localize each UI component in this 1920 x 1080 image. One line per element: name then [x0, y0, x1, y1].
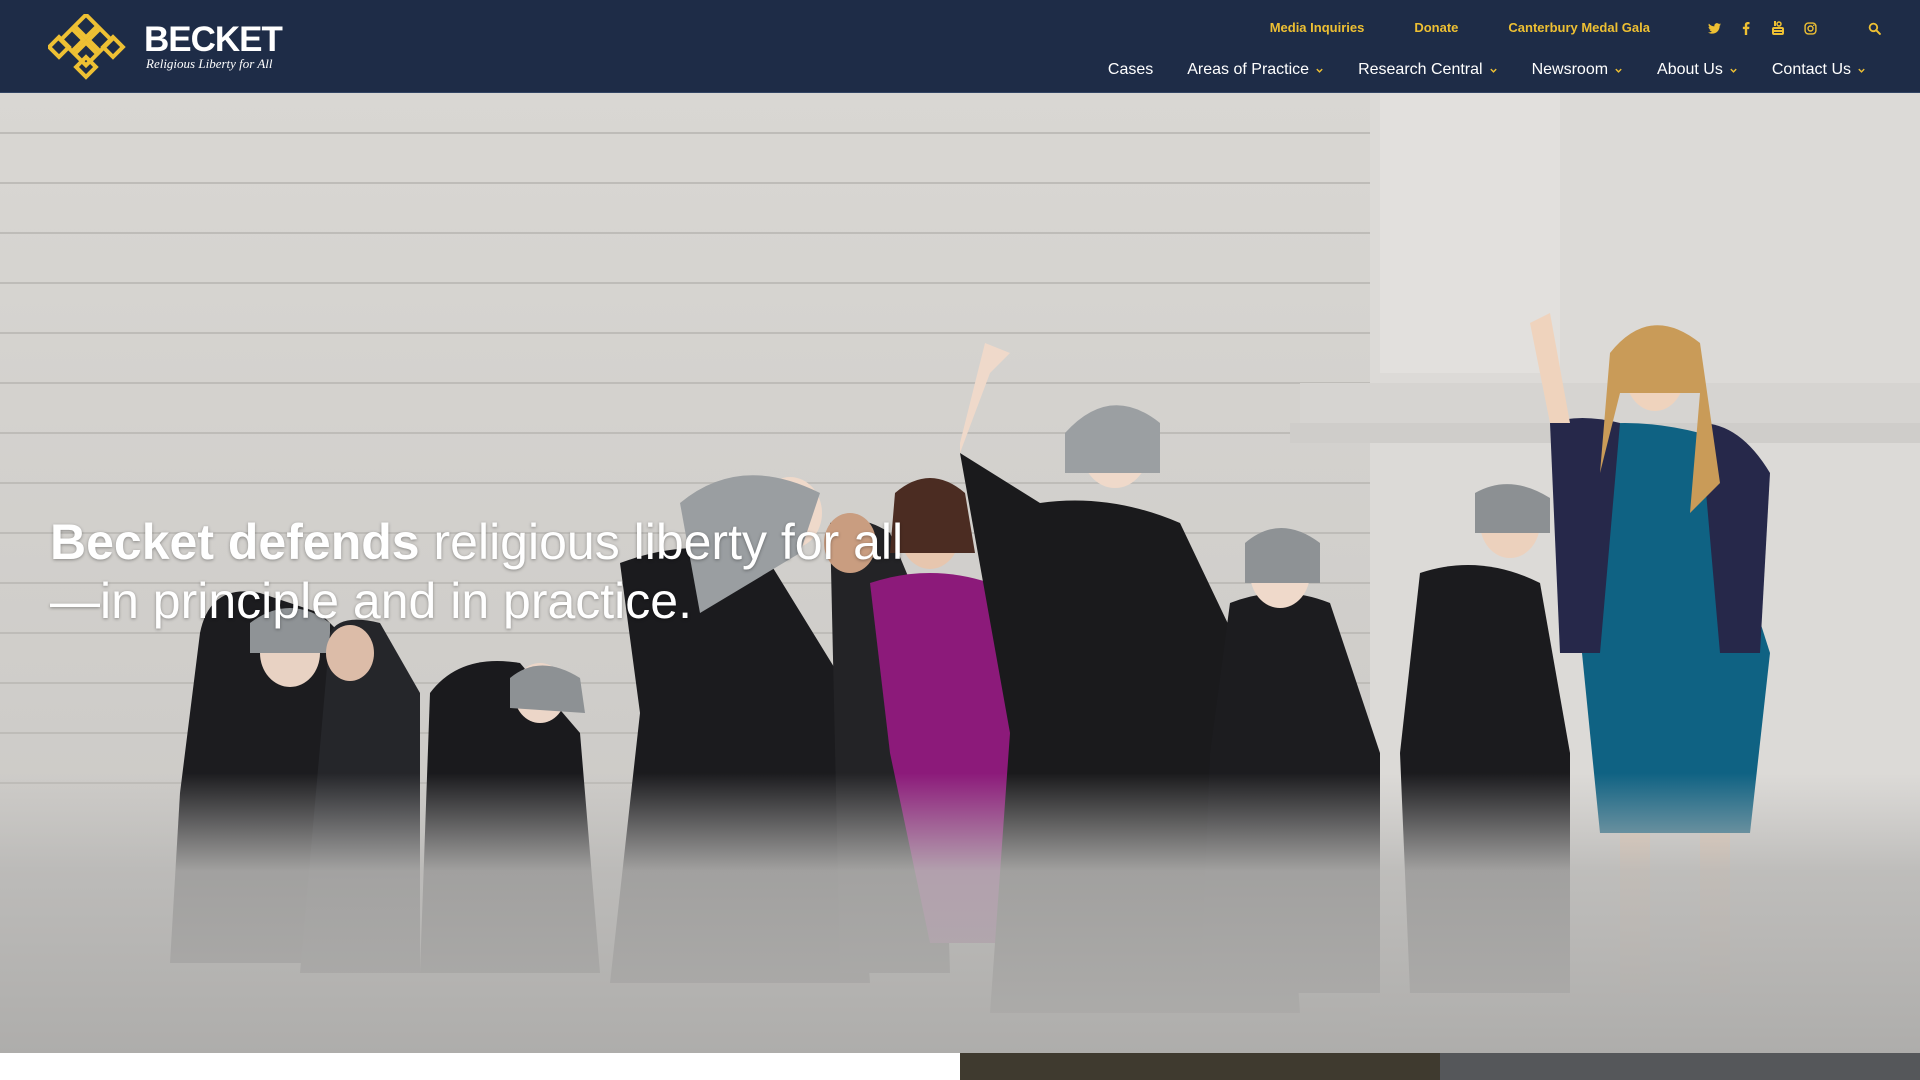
utility-nav: Media Inquiries Donate Canterbury Medal …: [1270, 16, 1920, 40]
nav-areas-of-practice[interactable]: Areas of Practice: [1187, 56, 1324, 84]
chevron-down-icon: [1729, 66, 1738, 75]
twitter-icon[interactable]: [1706, 20, 1722, 36]
site-logo[interactable]: BECKET Religious Liberty for All: [48, 14, 308, 80]
nav-cases-label: Cases: [1107, 61, 1154, 78]
nav-newsroom-label: Newsroom: [1531, 61, 1609, 78]
site-header: BECKET Religious Liberty for All Media I…: [0, 0, 1920, 93]
nav-cases[interactable]: Cases: [1108, 56, 1153, 84]
canterbury-gala-link[interactable]: Canterbury Medal Gala: [1508, 16, 1650, 40]
brand-tagline: Religious Liberty for All: [146, 56, 273, 71]
hero-headline-bold: Becket defends: [50, 514, 420, 570]
media-inquiries-link[interactable]: Media Inquiries: [1270, 16, 1365, 40]
nav-contact-us[interactable]: Contact Us: [1772, 56, 1866, 84]
youtube-icon[interactable]: [1770, 20, 1786, 36]
facebook-icon[interactable]: [1738, 20, 1754, 36]
nav-contact-us-label: Contact Us: [1771, 61, 1851, 78]
chevron-down-icon: [1614, 66, 1623, 75]
nav-about-us[interactable]: About Us: [1657, 56, 1738, 84]
chevron-down-icon: [1857, 66, 1866, 75]
nav-areas-of-practice-label: Areas of Practice: [1187, 61, 1310, 78]
chevron-down-icon: [1315, 66, 1324, 75]
main-nav: Cases Areas of Practice Research Central…: [1108, 56, 1920, 84]
nav-research-central-label: Research Central: [1358, 61, 1483, 78]
content-strip-photo-2: [1440, 1053, 1920, 1080]
donate-link[interactable]: Donate: [1414, 16, 1458, 40]
nav-research-central[interactable]: Research Central: [1358, 56, 1498, 84]
brand-name: BECKET: [144, 20, 283, 59]
chevron-down-icon: [1489, 66, 1498, 75]
content-strip-white: [0, 1053, 960, 1080]
interlaced-knot-logo-icon: [48, 14, 126, 80]
nav-newsroom[interactable]: Newsroom: [1532, 56, 1623, 84]
social-links: [1690, 20, 1818, 36]
instagram-icon[interactable]: [1802, 20, 1818, 36]
hero-banner: Becket defends religious liberty for all…: [0, 93, 1920, 1053]
search-icon[interactable]: [1864, 18, 1884, 38]
hero-headline: Becket defends religious liberty for all…: [50, 513, 950, 631]
content-strip-photo-1: [960, 1053, 1440, 1080]
nav-about-us-label: About Us: [1657, 61, 1723, 78]
